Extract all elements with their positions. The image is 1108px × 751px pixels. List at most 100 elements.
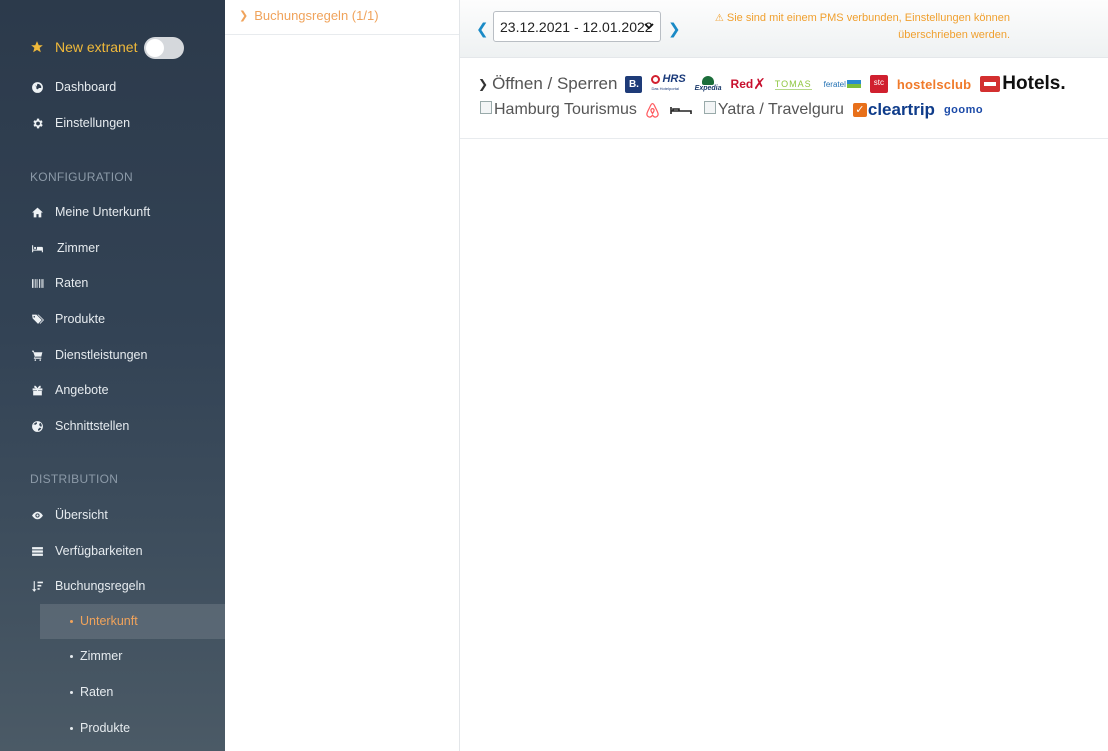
new-extranet-toggle[interactable]: [144, 37, 184, 59]
sidebar-item-label: Einstellungen: [55, 116, 131, 130]
sidebar-item-dashboard[interactable]: Dashboard: [30, 77, 116, 97]
yatra-travelguru-alt: Yatra / Travelguru: [717, 101, 844, 118]
tomas-logo[interactable]: TOMAS: [774, 78, 812, 90]
airbnb-logo[interactable]: [645, 102, 660, 119]
hrs-logo[interactable]: HRS Das Hotelportal: [651, 73, 686, 93]
hotels-com-logo[interactable]: Hotels.: [980, 73, 1066, 95]
hotels-logo-text: Hotels.: [1002, 73, 1066, 94]
sidebar-item-label: Produkte: [55, 312, 106, 326]
open-close-label: Öffnen / Sperren: [492, 74, 618, 93]
redx-logo-text: Red: [730, 77, 754, 91]
bullet-icon: [70, 619, 73, 623]
airbnb-icon: [646, 102, 659, 118]
subitem-label: Zimmer: [80, 649, 123, 663]
bed-icon: [30, 241, 44, 255]
rules-list-panel: ❯ Buchungsregeln (1/1): [225, 0, 460, 751]
star-icon: [30, 40, 44, 54]
tags-icon: [30, 312, 44, 326]
rules-list-header[interactable]: ❯ Buchungsregeln (1/1): [225, 0, 459, 35]
goomo-logo-text: goomo: [943, 104, 984, 116]
sidebar-item-label: Meine Unterkunft: [55, 205, 151, 219]
rules-list-title: Buchungsregeln (1/1): [254, 7, 379, 23]
bullet-icon: [70, 654, 73, 658]
subitem-raten[interactable]: Raten: [70, 685, 113, 699]
channel-divider: [460, 138, 1108, 139]
feratel-logo-text: feratel: [823, 79, 846, 89]
open-close-toggle[interactable]: ❯ Öffnen / Sperren: [478, 74, 617, 94]
dashboard-icon: [30, 80, 44, 94]
booking-logo-text: B.: [625, 75, 643, 93]
stc-logo[interactable]: stc: [869, 75, 888, 93]
hostelworld-logo[interactable]: [670, 105, 692, 115]
sidebar-item-raten[interactable]: Raten: [30, 273, 88, 293]
hostelsclub-logo[interactable]: hostelsclub: [897, 77, 971, 92]
checkmark-icon: ✓: [852, 103, 867, 117]
sidebar-item-label: Dienstleistungen: [55, 348, 148, 362]
prev-range-arrow-icon[interactable]: ❮: [476, 20, 489, 38]
date-range-select[interactable]: 23.12.2021 - 12.01.2022: [493, 11, 661, 42]
chevron-right-icon: ❯: [239, 9, 249, 22]
cleartrip-logo[interactable]: ✓ cleartrip: [852, 100, 935, 120]
sidebar-item-label: Dashboard: [55, 80, 117, 94]
broken-image-icon: [480, 100, 492, 114]
sidebar-item-angebote[interactable]: Angebote: [30, 380, 109, 400]
feratel-logo[interactable]: feratel: [824, 80, 861, 89]
x-mark-icon: ✗: [753, 76, 766, 93]
pms-warning: ⚠ Sie sind mit einem PMS verbunden, Einst…: [690, 10, 1010, 43]
goomo-logo[interactable]: goomo: [944, 104, 983, 116]
expedia-plane-icon: [702, 75, 715, 85]
section-heading-distribution: DISTRIBUTION: [30, 472, 119, 486]
redx-logo[interactable]: Red ✗: [731, 75, 766, 93]
new-extranet-item: New extranet: [30, 37, 137, 57]
hrs-logo-subtext: Das Hotelportal: [651, 86, 680, 91]
subitem-unterkunft[interactable]: Unterkunft: [70, 614, 138, 628]
stc-logo-text: stc: [869, 75, 888, 93]
hotels-bed-icon: [980, 76, 1001, 92]
hrs-logo-text: HRS: [662, 73, 686, 85]
chevron-right-icon: ❯: [478, 77, 489, 91]
sidebar: New extranet Dashboard Einstellungen KON…: [0, 0, 225, 751]
expedia-logo[interactable]: Expedia: [694, 75, 722, 93]
channel-bar: ❯ Öffnen / Sperren B. HRS Das Hotelporta…: [478, 72, 1108, 132]
home-icon: [30, 205, 44, 219]
bullet-icon: [70, 726, 73, 730]
hostelsclub-logo-text: hostelsclub: [896, 76, 972, 92]
subitem-zimmer[interactable]: Zimmer: [70, 649, 122, 663]
sidebar-item-einstellungen[interactable]: Einstellungen: [30, 113, 130, 133]
sidebar-item-label: Übersicht: [55, 508, 108, 522]
new-extranet-label: New extranet: [55, 39, 138, 55]
subitem-label: Unterkunft: [80, 614, 138, 628]
hamburg-tourismus-alt: Hamburg Tourismus: [494, 101, 637, 118]
tomas-logo-text: TOMAS: [774, 78, 812, 90]
gift-icon: [30, 383, 44, 397]
sidebar-item-label: Buchungsregeln: [55, 579, 146, 593]
yatra-travelguru-logo[interactable]: Yatra / Travelguru: [703, 100, 844, 119]
sidebar-item-zimmer[interactable]: Zimmer: [30, 238, 99, 258]
booking-logo[interactable]: B.: [625, 75, 643, 93]
sidebar-item-schnittstellen[interactable]: Schnittstellen: [30, 416, 129, 436]
gear-icon: [30, 116, 44, 130]
sidebar-item-buchungsregeln[interactable]: Buchungsregeln: [30, 576, 145, 596]
subitem-produkte[interactable]: Produkte: [70, 721, 130, 735]
next-range-arrow-icon[interactable]: ❯: [668, 20, 681, 38]
date-toolbar: ❮ 23.12.2021 - 12.01.2022 ❯ ⚠ Sie sind mi…: [460, 0, 1108, 58]
sort-icon: [30, 579, 44, 593]
eye-icon: [30, 508, 44, 522]
expedia-logo-text: Expedia: [694, 84, 722, 92]
hamburg-tourismus-logo[interactable]: Hamburg Tourismus: [480, 100, 637, 119]
sidebar-item-verfuegbarkeiten[interactable]: Verfügbarkeiten: [30, 541, 143, 561]
sidebar-item-produkte[interactable]: Produkte: [30, 309, 105, 329]
sidebar-item-uebersicht[interactable]: Übersicht: [30, 505, 108, 525]
bullet-icon: [70, 690, 73, 694]
toggle-knob: [146, 39, 164, 57]
warning-icon: ⚠: [714, 13, 724, 24]
sidebar-item-dienstleistungen[interactable]: Dienstleistungen: [30, 345, 147, 365]
sidebar-item-meine-unterkunft[interactable]: Meine Unterkunft: [30, 202, 150, 222]
section-heading-konfiguration: KONFIGURATION: [30, 170, 134, 184]
cart-icon: [30, 348, 44, 362]
sidebar-item-label: Angebote: [55, 383, 109, 397]
bed-icon: [670, 107, 692, 114]
sidebar-item-label: Zimmer: [57, 241, 100, 255]
main-content: ❮ 23.12.2021 - 12.01.2022 ❯ ⚠ Sie sind mi…: [460, 0, 1108, 751]
broken-image-icon: [703, 100, 716, 114]
